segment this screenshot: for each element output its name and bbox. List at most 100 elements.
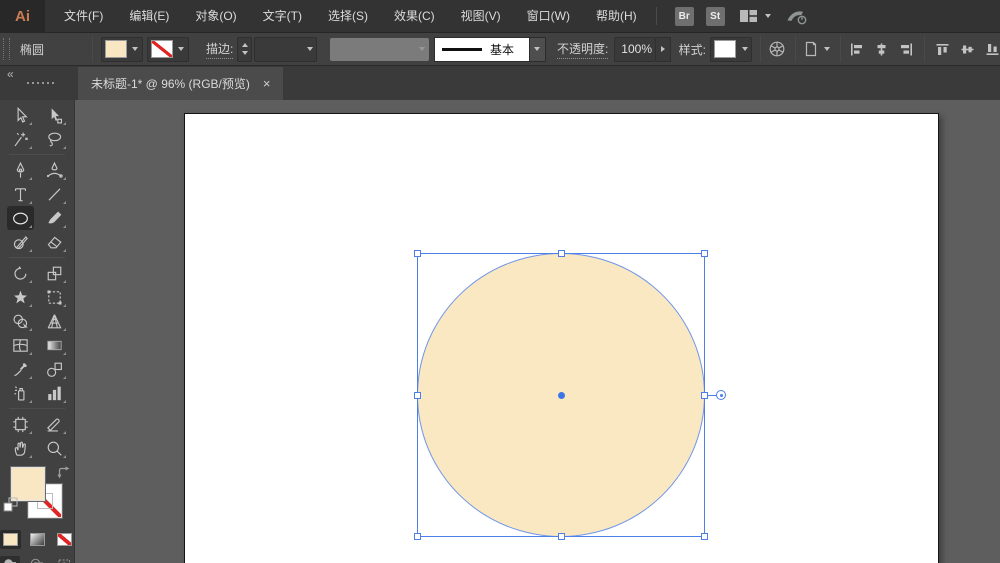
align-vertical-center-button[interactable] (960, 42, 975, 57)
screen-share-icon[interactable] (785, 7, 808, 26)
eyedropper-tool[interactable] (7, 357, 34, 381)
blend-tool[interactable] (41, 357, 68, 381)
scale-tool[interactable] (41, 261, 68, 285)
toolbar-separator (9, 408, 65, 409)
gradient-button[interactable] (27, 530, 48, 549)
magic-wand-tool[interactable] (7, 127, 34, 151)
menu-window[interactable]: 窗口(W) (514, 0, 583, 32)
opacity-panel-button[interactable] (656, 37, 671, 62)
center-point[interactable] (558, 392, 565, 399)
align-horizontal-center-button[interactable] (874, 42, 889, 57)
slice-tool[interactable] (41, 412, 68, 436)
pen-tool[interactable] (7, 158, 34, 182)
brush-definition-dropdown[interactable]: 基本 (434, 37, 530, 62)
stroke-color-control[interactable] (147, 37, 189, 62)
style-swatch[interactable] (714, 40, 736, 58)
draw-mode-buttons (0, 556, 74, 563)
align-bottom-button[interactable] (985, 42, 1000, 57)
stroke-none-swatch[interactable] (151, 40, 173, 58)
fill-color-control[interactable] (101, 37, 143, 62)
line-segment-tool[interactable] (41, 182, 68, 206)
zoom-tool[interactable] (41, 436, 68, 460)
gradient-tool[interactable] (41, 333, 68, 357)
menu-effect[interactable]: 效果(C) (381, 0, 448, 32)
align-right-button[interactable] (899, 42, 914, 57)
symbol-sprayer-tool[interactable] (7, 381, 34, 405)
handle-sw[interactable] (414, 533, 421, 540)
step-down-icon (242, 51, 248, 55)
brush-definition-control[interactable]: 基本 (434, 37, 546, 62)
draw-normal-button[interactable] (0, 556, 20, 563)
column-graph-tool[interactable] (41, 381, 68, 405)
handle-nw[interactable] (414, 250, 421, 257)
mesh-tool[interactable] (7, 333, 34, 357)
stroke-weight-dropdown[interactable] (254, 37, 317, 62)
menu-edit[interactable]: 编辑(E) (116, 0, 182, 32)
swap-fill-stroke-icon[interactable] (57, 466, 71, 482)
color-button[interactable] (0, 530, 21, 549)
handle-w[interactable] (414, 392, 421, 399)
recolor-artwork-button[interactable] (767, 39, 787, 59)
menu-file[interactable]: 文件(F) (51, 0, 116, 32)
artboard-tool[interactable] (7, 412, 34, 436)
menu-view[interactable]: 视图(V) (448, 0, 514, 32)
style-control[interactable] (710, 37, 752, 62)
toolbar-row (7, 127, 68, 151)
collapse-panel-button[interactable]: « (7, 67, 13, 81)
paintbrush-tool[interactable] (41, 206, 68, 230)
stroke-weight-label[interactable]: 描边: (206, 40, 233, 59)
handle-n[interactable] (558, 250, 565, 257)
ellipse-tool[interactable] (7, 206, 34, 230)
draw-behind-button[interactable] (27, 556, 47, 563)
handle-s[interactable] (558, 533, 565, 540)
shaper-tool[interactable] (7, 230, 34, 254)
opacity-label[interactable]: 不透明度: (557, 40, 608, 59)
hand-tool[interactable] (7, 436, 34, 460)
none-button[interactable] (54, 530, 75, 549)
chevron-down-icon[interactable] (530, 37, 546, 62)
menu-select[interactable]: 选择(S) (315, 0, 381, 32)
curvature-tool[interactable] (41, 158, 68, 182)
chevron-down-icon (129, 38, 142, 61)
lasso-tool[interactable] (41, 127, 68, 151)
toolbar-row (7, 381, 68, 405)
opacity-input[interactable]: 100% (614, 37, 656, 62)
fill-swatch[interactable] (105, 40, 127, 58)
document-tab[interactable]: 未标题-1* @ 96% (RGB/预览) × (78, 67, 283, 100)
eraser-tool[interactable] (41, 230, 68, 254)
handle-se[interactable] (701, 533, 708, 540)
align-top-button[interactable] (935, 42, 950, 57)
menu-type[interactable]: 文字(T) (250, 0, 315, 32)
color-mode-buttons (0, 530, 75, 549)
menu-help[interactable]: 帮助(H) (583, 0, 650, 32)
close-tab-icon[interactable]: × (263, 77, 271, 90)
document-setup-button[interactable] (802, 40, 830, 58)
align-left-button[interactable] (849, 42, 864, 57)
handle-ne[interactable] (701, 250, 708, 257)
puppet-warp-tool[interactable] (7, 285, 34, 309)
workspace-switcher[interactable] (739, 8, 771, 24)
bridge-button[interactable]: Br (675, 7, 694, 26)
perspective-grid-tool[interactable] (41, 309, 68, 333)
toolbar-grip[interactable] (27, 82, 57, 84)
direct-selection-tool[interactable] (41, 103, 68, 127)
stroke-weight-stepper[interactable] (237, 37, 252, 62)
brush-stroke-preview (442, 48, 482, 51)
control-separator (92, 36, 93, 62)
draw-inside-button[interactable] (54, 556, 74, 563)
shape-builder-tool[interactable] (7, 309, 34, 333)
selection-box[interactable] (417, 253, 705, 537)
free-transform-tool[interactable] (41, 285, 68, 309)
variable-width-profile-dropdown (330, 38, 429, 61)
panel-grip[interactable] (3, 38, 10, 60)
tool-grid (7, 103, 68, 460)
canvas-area[interactable] (75, 100, 1000, 563)
selection-tool[interactable] (7, 103, 34, 127)
default-fill-stroke-icon[interactable] (3, 497, 18, 515)
rotate-tool[interactable] (7, 261, 34, 285)
stock-button[interactable]: St (706, 7, 725, 26)
menu-object[interactable]: 对象(O) (182, 0, 249, 32)
fill-indicator[interactable] (11, 467, 45, 501)
rotate-widget[interactable] (716, 390, 726, 400)
type-tool[interactable] (7, 182, 34, 206)
